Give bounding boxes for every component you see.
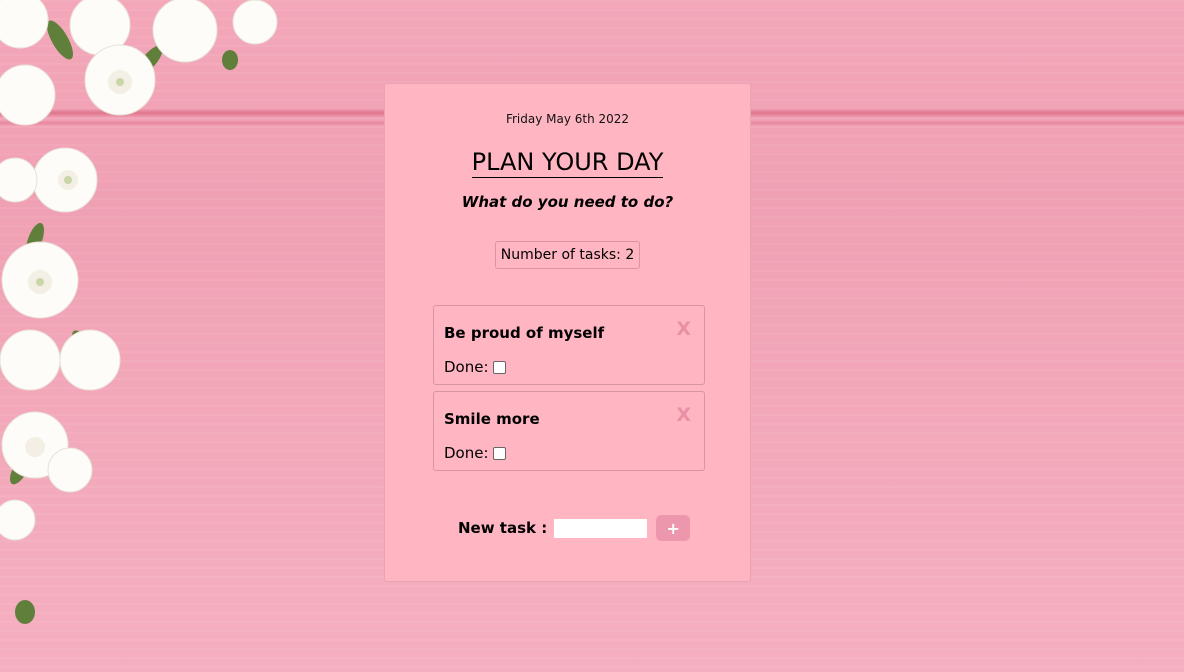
task-done-row: Done: xyxy=(444,358,506,376)
new-task-form: New task : + xyxy=(458,515,691,541)
task-name: Be proud of myself xyxy=(444,324,605,342)
current-date: Friday May 6th 2022 xyxy=(505,112,630,126)
task-done-row: Done: xyxy=(444,444,506,462)
task-item: Be proud of myself X Done: xyxy=(433,305,705,385)
task-count-wrapper: Number of tasks: 2 xyxy=(385,241,750,269)
done-checkbox[interactable] xyxy=(492,360,506,374)
page-title-text: PLAN YOUR DAY xyxy=(471,148,664,178)
add-task-button[interactable]: + xyxy=(656,515,691,541)
page-title: PLAN YOUR DAY xyxy=(385,148,750,178)
task-count-badge: Number of tasks: 2 xyxy=(494,241,641,269)
page-subtitle: What do you need to do? xyxy=(461,193,674,211)
close-icon[interactable]: X xyxy=(676,404,691,426)
white-flowers-decoration xyxy=(0,0,278,624)
new-task-input[interactable] xyxy=(554,518,648,538)
done-checkbox[interactable] xyxy=(492,446,506,460)
task-item: Smile more X Done: xyxy=(433,391,705,471)
planner-card: Friday May 6th 2022 PLAN YOUR DAY What d… xyxy=(384,83,751,582)
done-label: Done: xyxy=(444,444,489,462)
done-label: Done: xyxy=(444,358,489,376)
close-icon[interactable]: X xyxy=(676,318,691,340)
new-task-label: New task : xyxy=(458,519,548,537)
task-name: Smile more xyxy=(444,410,540,428)
